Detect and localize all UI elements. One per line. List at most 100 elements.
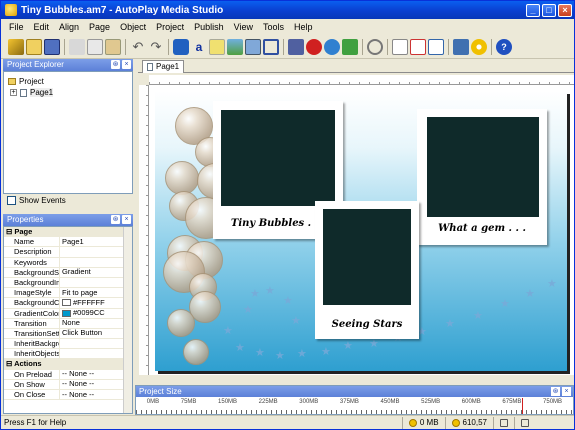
tree-node-page1[interactable]: + Page1 <box>8 87 128 98</box>
save-icon[interactable] <box>44 38 60 55</box>
close-icon[interactable]: × <box>562 387 571 396</box>
copy-icon[interactable] <box>87 38 103 55</box>
image-object-icon[interactable] <box>227 38 243 55</box>
menu-object[interactable]: Object <box>115 22 151 32</box>
tree-node-project[interactable]: Project <box>8 76 128 87</box>
zoom-icon[interactable] <box>367 38 383 55</box>
tree-node-page1-label: Page1 <box>30 88 54 97</box>
property-row[interactable]: BackgroundColor #FFFFFF <box>4 298 132 309</box>
bubble-image <box>183 339 209 365</box>
property-value[interactable] <box>60 339 132 348</box>
cut-icon[interactable] <box>69 38 85 55</box>
explorer-title: Project Explorer <box>7 60 64 69</box>
toolbar-separator <box>362 38 363 55</box>
properties-grid: ⊟ Page Name Page1 Description Keywords Backgr… <box>3 226 133 414</box>
property-value[interactable]: Click Button <box>60 329 132 338</box>
maximize-button[interactable]: □ <box>542 3 556 17</box>
property-row[interactable]: ImageStyle Fit to page <box>4 288 132 299</box>
web-object-icon[interactable] <box>324 38 340 55</box>
grid-icon <box>500 418 508 427</box>
property-value[interactable]: -- None -- <box>60 380 132 389</box>
property-row[interactable]: On Preload -- None -- <box>4 369 132 380</box>
show-events-checkbox[interactable]: Show Events <box>7 196 66 205</box>
paragraph-object-icon[interactable] <box>209 38 225 55</box>
close-button[interactable]: × <box>558 3 572 17</box>
property-value[interactable]: Fit to page <box>60 288 132 297</box>
wand-icon[interactable] <box>8 38 24 55</box>
property-name: ImageStyle <box>4 288 60 298</box>
redo-icon[interactable]: ↷ <box>148 39 164 55</box>
slideshow-object-icon[interactable] <box>245 38 261 55</box>
pin-icon[interactable]: ⊛ <box>551 387 560 396</box>
property-row[interactable]: Transition None <box>4 318 132 329</box>
tree-object-icon[interactable] <box>342 38 358 55</box>
help-icon[interactable]: ? <box>496 38 512 55</box>
properties-scrollbar[interactable] <box>123 227 132 413</box>
property-value[interactable] <box>60 247 132 256</box>
property-value[interactable]: Gradient <box>60 268 132 277</box>
frame-object-icon[interactable] <box>263 38 279 55</box>
close-icon[interactable]: × <box>122 60 131 69</box>
video-object-icon[interactable] <box>288 38 304 55</box>
preview-page-icon[interactable] <box>428 38 444 55</box>
title-bar[interactable]: Tiny Bubbles.am7 - AutoPlay Media Studio… <box>1 1 574 19</box>
property-row[interactable]: InheritObjects <box>4 349 132 360</box>
menu-edit[interactable]: Edit <box>29 22 55 32</box>
tab-page1[interactable]: Page1 <box>142 60 185 73</box>
property-value[interactable] <box>60 278 132 287</box>
button-object-icon[interactable] <box>173 38 189 55</box>
property-row[interactable]: On Show -- None -- <box>4 379 132 390</box>
property-value[interactable]: #0099CC <box>60 309 132 318</box>
property-row[interactable]: BackgroundImage <box>4 277 132 289</box>
menu-view[interactable]: View <box>229 22 258 32</box>
photo-frame[interactable]: Seeing Stars <box>315 201 419 339</box>
photo-frame[interactable]: What a gem . . . <box>417 109 547 245</box>
property-value[interactable]: #FFFFFF <box>60 298 132 307</box>
show-events-label: Show Events <box>19 196 66 205</box>
property-row[interactable]: Description <box>4 247 132 258</box>
expand-icon[interactable]: + <box>10 89 17 96</box>
property-section[interactable]: ⊟ Page <box>4 227 132 238</box>
text-object-icon[interactable]: a <box>191 39 207 55</box>
property-row[interactable]: BackgroundStyleGradient <box>4 267 132 278</box>
menu-publish[interactable]: Publish <box>189 22 229 32</box>
menu-tools[interactable]: Tools <box>258 22 289 32</box>
property-row[interactable]: Name Page1 <box>4 237 132 248</box>
checkbox-box[interactable] <box>7 196 16 205</box>
property-value[interactable]: -- None -- <box>60 370 132 379</box>
page-canvas[interactable]: ★ ★ ★ ★ ★ ★ ★ ★ ★ ★ ★ ★ ★ ★ ★ ★ ★ ★ ★ ★ <box>155 91 567 371</box>
pin-icon[interactable]: ⊛ <box>111 60 120 69</box>
property-value[interactable] <box>60 349 132 358</box>
property-value[interactable]: -- None -- <box>60 390 132 399</box>
cd-icon[interactable] <box>471 38 487 55</box>
minimize-button[interactable]: _ <box>526 3 540 17</box>
delete-page-icon[interactable] <box>410 38 426 55</box>
property-value[interactable] <box>60 258 132 267</box>
property-row[interactable]: On Close -- None -- <box>4 390 132 401</box>
toolbar-separator <box>168 38 169 55</box>
close-icon[interactable]: × <box>122 215 131 224</box>
property-row[interactable]: InheritBackground <box>4 339 132 350</box>
property-value-text: Click Button <box>62 328 103 338</box>
menu-page[interactable]: Page <box>84 22 115 32</box>
paste-icon[interactable] <box>105 38 121 55</box>
property-row[interactable]: Keywords <box>4 257 132 268</box>
add-page-icon[interactable] <box>392 38 408 55</box>
menu-align[interactable]: Align <box>54 22 84 32</box>
property-name: InheritObjects <box>4 349 60 359</box>
property-value[interactable]: Page1 <box>60 237 132 246</box>
open-icon[interactable] <box>26 38 42 55</box>
star-icon: ★ <box>297 348 307 360</box>
property-row[interactable]: GradientColor #0099CC <box>4 308 132 319</box>
property-value[interactable]: None <box>60 319 132 328</box>
build-icon[interactable] <box>453 38 469 55</box>
menu-help[interactable]: Help <box>289 22 318 32</box>
undo-icon[interactable]: ↶ <box>130 39 146 55</box>
property-section[interactable]: ⊟ Actions <box>4 359 132 370</box>
property-row[interactable]: TransitionSettingsClick Button <box>4 328 132 340</box>
menu-project[interactable]: Project <box>151 22 189 32</box>
pin-icon[interactable]: ⊛ <box>111 215 120 224</box>
star-icon: ★ <box>275 350 285 362</box>
flash-object-icon[interactable] <box>306 38 322 55</box>
menu-file[interactable]: File <box>4 22 29 32</box>
